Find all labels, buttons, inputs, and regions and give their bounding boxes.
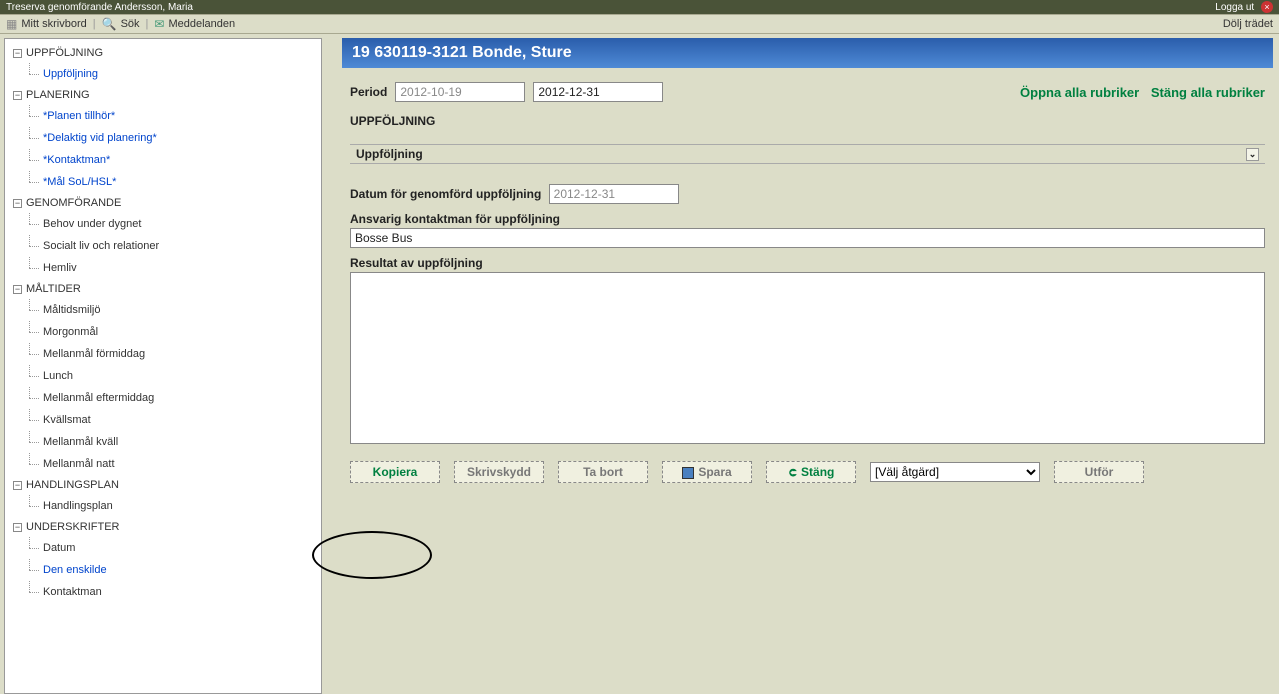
section-bar-label: Uppföljning: [356, 147, 423, 161]
tree-group-header[interactable]: −UPPFÖLJNING: [5, 43, 321, 63]
tree-group-label: HANDLINGSPLAN: [26, 479, 119, 491]
datum-input[interactable]: [549, 184, 679, 204]
tree-group-header[interactable]: −UNDERSKRIFTER: [5, 517, 321, 537]
section-bar-uppfoljning[interactable]: Uppföljning ⌄: [350, 144, 1265, 164]
ansvarig-input[interactable]: [350, 228, 1265, 248]
menu-messages[interactable]: Meddelanden: [168, 18, 235, 30]
tree-item[interactable]: Kvällsmat: [29, 409, 321, 431]
tree-group-label: PLANERING: [26, 89, 90, 101]
close-icon: ×: [1261, 1, 1273, 13]
tree-item[interactable]: *Delaktig vid planering*: [29, 127, 321, 149]
tree-item[interactable]: Socialt liv och relationer: [29, 235, 321, 257]
resultat-label: Resultat av uppföljning: [350, 256, 1265, 270]
patient-header: 19 630119-3121 Bonde, Sture: [342, 38, 1273, 68]
annotation-circle: [312, 531, 432, 579]
collapse-icon[interactable]: −: [13, 481, 22, 490]
tree-item[interactable]: Hemliv: [29, 257, 321, 279]
tree-group-header[interactable]: −GENOMFÖRANDE: [5, 193, 321, 213]
tree-item[interactable]: Mellanmål natt: [29, 453, 321, 475]
collapse-icon[interactable]: −: [13, 285, 22, 294]
tree-item[interactable]: Mellanmål eftermiddag: [29, 387, 321, 409]
collapse-icon[interactable]: −: [13, 91, 22, 100]
desktop-icon: ▦: [6, 18, 17, 30]
tree-item[interactable]: Kontaktman: [29, 581, 321, 603]
search-icon: 🔍: [102, 18, 117, 30]
datum-label: Datum för genomförd uppföljning: [350, 187, 541, 201]
utfor-button[interactable]: Utför: [1054, 461, 1144, 483]
logout-link[interactable]: Logga ut ×: [1215, 1, 1273, 13]
tree-item[interactable]: *Mål SoL/HSL*: [29, 171, 321, 193]
menu-hide-tree[interactable]: Dölj trädet: [1223, 18, 1273, 30]
tree-item[interactable]: Mellanmål förmiddag: [29, 343, 321, 365]
close-all-link[interactable]: Stäng alla rubriker: [1151, 85, 1265, 100]
section-uppfoljning-title: UPPFÖLJNING: [350, 114, 1265, 128]
tree-panel: −UPPFÖLJNINGUppföljning−PLANERING*Planen…: [4, 38, 322, 694]
app-title: Treserva genomförande Andersson, Maria: [6, 2, 193, 13]
tree-group-label: UNDERSKRIFTER: [26, 521, 120, 533]
collapse-icon[interactable]: −: [13, 49, 22, 58]
menu-search[interactable]: Sök: [121, 18, 140, 30]
tree-item[interactable]: Behov under dygnet: [29, 213, 321, 235]
period-end-input[interactable]: [533, 82, 663, 102]
tree-group-label: UPPFÖLJNING: [26, 47, 103, 59]
tree-item[interactable]: Den enskilde: [29, 559, 321, 581]
tree-group-header[interactable]: −MÅLTIDER: [5, 279, 321, 299]
ansvarig-label: Ansvarig kontaktman för uppföljning: [350, 212, 1265, 226]
tree-item[interactable]: Uppföljning: [29, 63, 321, 85]
spara-button[interactable]: Spara: [662, 461, 752, 483]
collapse-icon[interactable]: −: [13, 199, 22, 208]
tree-item[interactable]: *Planen tillhör*: [29, 105, 321, 127]
action-select[interactable]: [Välj åtgärd]: [870, 462, 1040, 482]
tree-item[interactable]: Handlingsplan: [29, 495, 321, 517]
messages-icon: ✉: [154, 18, 164, 30]
tree-group-header[interactable]: −HANDLINGSPLAN: [5, 475, 321, 495]
tree-item[interactable]: Morgonmål: [29, 321, 321, 343]
tree-item[interactable]: Mellanmål kväll: [29, 431, 321, 453]
open-all-link[interactable]: Öppna alla rubriker: [1020, 85, 1139, 100]
main-panel: 19 630119-3121 Bonde, Sture Period Öppna…: [322, 34, 1279, 694]
collapse-icon[interactable]: −: [13, 523, 22, 532]
tree-item[interactable]: Lunch: [29, 365, 321, 387]
tree-group-header[interactable]: −PLANERING: [5, 85, 321, 105]
resultat-textarea[interactable]: [350, 272, 1265, 444]
return-arrow-icon: ➲: [788, 465, 798, 479]
menu-bar: ▦ Mitt skrivbord | 🔍 Sök | ✉ Meddelanden…: [0, 14, 1279, 34]
tree-group-label: MÅLTIDER: [26, 283, 81, 295]
top-bar: Treserva genomförande Andersson, Maria L…: [0, 0, 1279, 14]
skrivskydd-button[interactable]: Skrivskydd: [454, 461, 544, 483]
tree-item[interactable]: *Kontaktman*: [29, 149, 321, 171]
kopiera-button[interactable]: Kopiera: [350, 461, 440, 483]
tree-group-label: GENOMFÖRANDE: [26, 197, 121, 209]
stang-button[interactable]: ➲ Stäng: [766, 461, 856, 483]
period-label: Period: [350, 85, 387, 99]
period-start-input[interactable]: [395, 82, 525, 102]
tree-item[interactable]: Måltidsmiljö: [29, 299, 321, 321]
save-icon: [682, 467, 694, 479]
menu-desktop[interactable]: Mitt skrivbord: [21, 18, 86, 30]
chevron-down-icon[interactable]: ⌄: [1246, 148, 1259, 161]
tree-item[interactable]: Datum: [29, 537, 321, 559]
tabort-button[interactable]: Ta bort: [558, 461, 648, 483]
